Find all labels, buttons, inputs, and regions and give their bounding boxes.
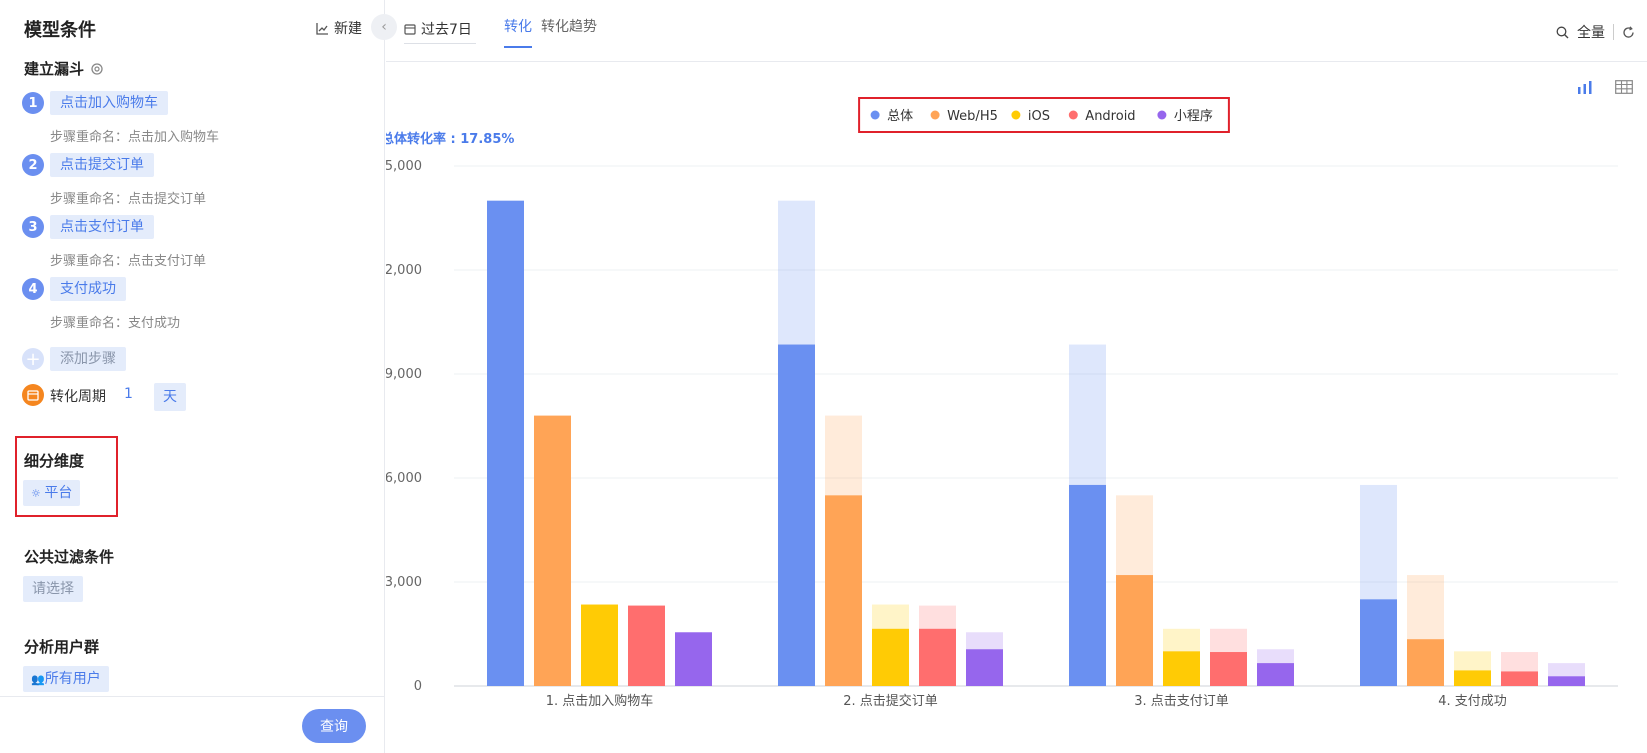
filter-select[interactable]: 请选择 xyxy=(23,576,83,602)
date-range-label: 过去7日 xyxy=(421,21,472,38)
legend-marker xyxy=(930,110,940,120)
bar xyxy=(487,200,524,686)
step-event-tag-1[interactable]: 点击加入购物车 xyxy=(50,91,168,115)
sidebar-footer: 查询 xyxy=(0,696,385,753)
bar xyxy=(1116,575,1153,686)
new-chart-icon xyxy=(316,22,328,35)
bar xyxy=(1257,663,1294,686)
conversion-cycle-unit[interactable]: 天 xyxy=(154,383,186,411)
calendar-icon xyxy=(22,384,44,406)
query-button[interactable]: 查询 xyxy=(302,709,366,743)
refresh-icon[interactable] xyxy=(1622,25,1635,39)
gear-icon[interactable] xyxy=(90,62,104,76)
step-rename-2[interactable]: 步骤重命名：点击提交订单 xyxy=(50,188,206,207)
y-tick-label: 12,000 xyxy=(386,263,422,278)
toolbar-separator xyxy=(1613,24,1614,40)
y-tick-label: 6,000 xyxy=(386,471,422,486)
bar xyxy=(1407,639,1444,686)
conversion-cycle-value[interactable]: 1 xyxy=(124,386,133,402)
bar xyxy=(966,649,1003,686)
toolbar: 过去7日 转化 转化趋势 全量 xyxy=(386,0,1647,62)
bar xyxy=(628,605,665,686)
bar xyxy=(1454,670,1491,686)
step-rename-3[interactable]: 步骤重命名：点击支付订单 xyxy=(50,250,206,269)
add-step-button[interactable]: 添加步骤 xyxy=(50,347,126,371)
funnel-bar-chart: 0 3,000 6,000 9,000 12,000 15,000 总体转化率 : 17.8… xyxy=(386,97,1618,709)
bar xyxy=(1360,599,1397,686)
step-event-tag-4[interactable]: 支付成功 xyxy=(50,277,126,301)
collapse-sidebar-button[interactable]: ‹ xyxy=(371,14,397,40)
legend-label: Web/H5 xyxy=(947,109,998,124)
y-tick-label: 0 xyxy=(414,679,422,694)
step-rename-4[interactable]: 步骤重命名：支付成功 xyxy=(50,312,180,331)
step-event-tag-2[interactable]: 点击提交订单 xyxy=(50,153,154,177)
plus-icon[interactable]: + xyxy=(22,348,44,370)
bar xyxy=(1501,671,1538,686)
bar xyxy=(581,604,618,686)
legend-marker xyxy=(1068,110,1078,120)
calendar-small-icon xyxy=(404,23,416,35)
dimension-icon: ☼ xyxy=(31,487,45,500)
step-number-2: 2 xyxy=(22,154,44,176)
bar xyxy=(1548,676,1585,686)
bar xyxy=(825,495,862,686)
panel-title: 模型条件 xyxy=(24,20,96,41)
bar xyxy=(534,415,571,686)
usergroup-tag[interactable]: 👥所有用户 xyxy=(23,666,109,692)
breakdown-section-title: 细分维度 xyxy=(24,452,85,470)
bar xyxy=(675,632,712,686)
legend-label: Android xyxy=(1085,109,1135,124)
bar xyxy=(872,628,909,686)
step-event-tag-3[interactable]: 点击支付订单 xyxy=(50,215,154,239)
y-tick-label: 9,000 xyxy=(386,367,422,382)
scope-tools: 全量 xyxy=(1556,22,1635,42)
search-icon[interactable] xyxy=(1556,26,1569,39)
x-category-label: 4. 支付成功 xyxy=(1438,694,1507,709)
funnel-section-title: 建立漏斗 xyxy=(24,58,104,79)
filter-section-title: 公共过滤条件 xyxy=(24,548,115,566)
step-rename-1[interactable]: 步骤重命名：点击加入购物车 xyxy=(50,126,219,145)
analysis-main: 过去7日 转化 转化趋势 全量 0 3,000 6,000 9,000 12,000 15… xyxy=(386,0,1647,753)
tab-conversion-trend[interactable]: 转化趋势 xyxy=(541,16,597,36)
conversion-cycle-label: 转化周期 xyxy=(50,389,106,405)
usergroup-section-title: 分析用户群 xyxy=(24,638,100,656)
step-number-3: 3 xyxy=(22,216,44,238)
x-category-label: 1. 点击加入购物车 xyxy=(546,693,654,709)
tab-conversion[interactable]: 转化 xyxy=(504,16,532,48)
users-icon: 👥 xyxy=(31,673,45,686)
step-number-1: 1 xyxy=(22,92,44,114)
x-category-label: 3. 点击支付订单 xyxy=(1134,694,1229,709)
legend-marker xyxy=(1011,110,1021,120)
legend-marker xyxy=(870,110,880,120)
overall-conversion-rate: 总体转化率 : 17.85% xyxy=(386,131,514,147)
bar xyxy=(778,344,815,686)
y-tick-label: 15,000 xyxy=(386,159,422,174)
legend-label: 总体 xyxy=(887,109,913,124)
legend-label: iOS xyxy=(1028,109,1050,124)
step-number-4: 4 xyxy=(22,278,44,300)
date-range-picker[interactable]: 过去7日 xyxy=(404,14,476,44)
bar xyxy=(919,628,956,686)
bar xyxy=(1210,652,1247,686)
bar xyxy=(1163,651,1200,686)
model-conditions-panel: 模型条件 新建 ‹ 建立漏斗 1 点击加入购物车 步骤重命名：点击加入购物车 2… xyxy=(0,0,397,753)
breakdown-platform-tag[interactable]: ☼ 平台 xyxy=(23,480,81,506)
x-category-label: 2. 点击提交订单 xyxy=(843,693,938,709)
new-label: 新建 xyxy=(334,21,362,37)
legend-label: 小程序 xyxy=(1174,109,1213,124)
scope-label[interactable]: 全量 xyxy=(1577,22,1605,42)
bar xyxy=(1069,484,1106,686)
legend-marker xyxy=(1157,110,1167,120)
new-model-button[interactable]: 新建 xyxy=(316,18,362,38)
y-tick-label: 3,000 xyxy=(386,575,422,590)
chevron-left-icon: ‹ xyxy=(381,19,387,35)
